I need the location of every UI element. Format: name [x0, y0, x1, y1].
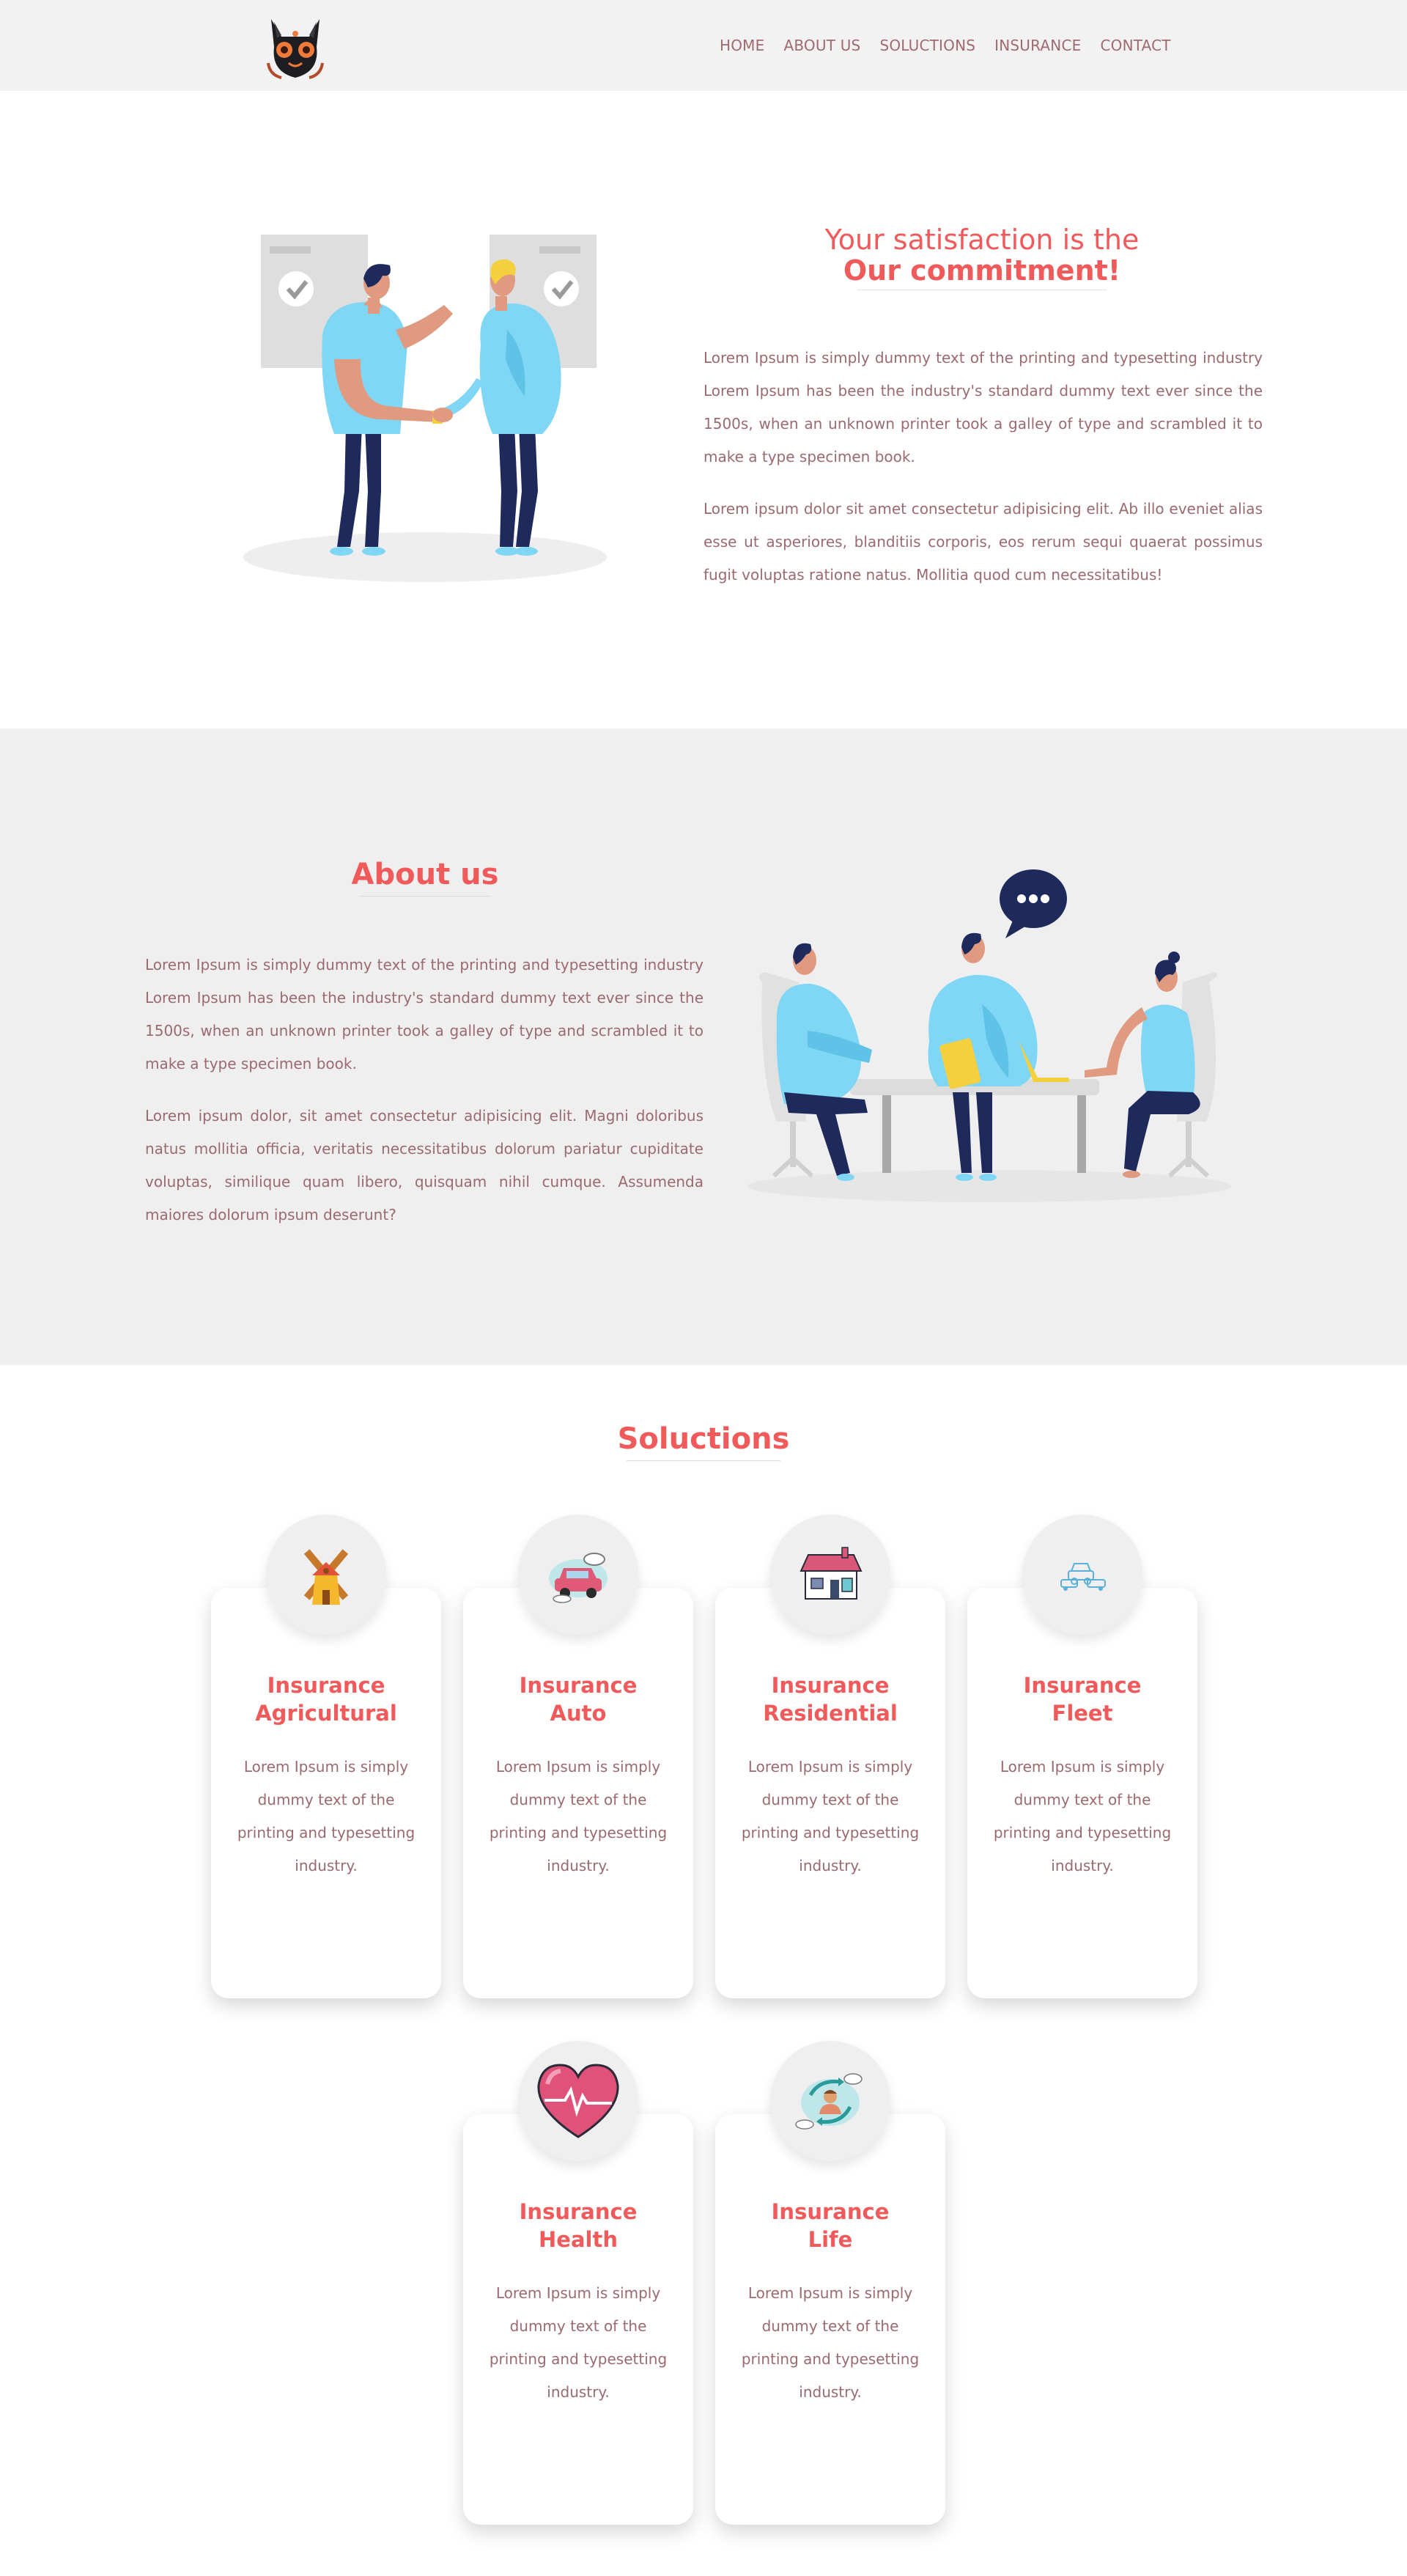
card-icon-circle — [770, 2041, 890, 2161]
fleet-cars-icon — [1060, 1563, 1106, 1591]
card-description: Lorem Ipsum is simply dummy text of the … — [741, 1758, 920, 1874]
card-title: Insurance Fleet — [967, 1671, 1197, 1727]
card-title: Insurance Agricultural — [211, 1671, 441, 1727]
card-icon-circle — [518, 2041, 638, 2161]
solutions-heading-text: Soluctions — [617, 1422, 790, 1456]
heading-underline — [627, 1460, 780, 1461]
about-paragraph-1: Lorem Ipsum is simply dummy text of the … — [145, 956, 704, 1072]
site-header: HOME ABOUT US SOLUCTIONS INSURANCE CONTA… — [0, 0, 1407, 91]
card-title-line2: Fleet — [1052, 1701, 1113, 1726]
black-cat-head-logo[interactable] — [255, 4, 336, 85]
card-description: Lorem Ipsum is simply dummy text of the … — [489, 2284, 668, 2401]
house-icon — [799, 1547, 863, 1600]
nav-contact[interactable]: CONTACT — [1100, 37, 1170, 54]
card-title-line1: Insurance — [519, 2199, 638, 2224]
card-title: Insurance Health — [463, 2198, 693, 2253]
solution-card-health[interactable]: Insurance Health Lorem Ipsum is simply d… — [463, 2041, 693, 2525]
car-icon — [549, 1553, 608, 1603]
main-nav: HOME ABOUT US SOLUCTIONS INSURANCE CONTA… — [720, 37, 1190, 54]
about-heading: About us — [286, 858, 564, 897]
commitment-paragraph-1: Lorem Ipsum is simply dummy text of the … — [704, 349, 1263, 465]
solution-card-life[interactable]: Insurance Life Lorem Ipsum is simply dum… — [715, 2041, 945, 2525]
card-title-line1: Insurance — [519, 1673, 638, 1698]
card-icon-circle — [518, 1515, 638, 1635]
card-title: Insurance Life — [715, 2198, 945, 2253]
commitment-heading: Your satisfaction is the Our commitment! — [762, 224, 1202, 290]
nav-insurance[interactable]: INSURANCE — [994, 37, 1081, 54]
solution-card-residential[interactable]: Insurance Residential Lorem Ipsum is sim… — [715, 1515, 945, 1998]
commitment-heading-line1: Your satisfaction is the — [824, 224, 1140, 256]
card-title-line2: Residential — [763, 1701, 898, 1726]
card-icon-circle — [1022, 1515, 1142, 1635]
card-title-line1: Insurance — [267, 1673, 385, 1698]
solutions-heading: Soluctions — [557, 1422, 850, 1461]
heading-underline — [359, 896, 491, 897]
card-title-line2: Auto — [550, 1701, 607, 1726]
card-title-line1: Insurance — [771, 2199, 890, 2224]
solution-card-auto[interactable]: Insurance Auto Lorem Ipsum is simply dum… — [463, 1515, 693, 1998]
card-title-line2: Agricultural — [255, 1701, 397, 1726]
card-title-line2: Health — [539, 2227, 618, 2252]
card-title-line1: Insurance — [1023, 1673, 1142, 1698]
nav-about-us[interactable]: ABOUT US — [783, 37, 860, 54]
card-icon-circle — [770, 1515, 890, 1635]
card-description: Lorem Ipsum is simply dummy text of the … — [489, 1758, 668, 1874]
about-paragraph-2: Lorem ipsum dolor, sit amet consectetur … — [145, 1107, 704, 1223]
card-description: Lorem Ipsum is simply dummy text of the … — [993, 1758, 1172, 1874]
card-description: Lorem Ipsum is simply dummy text of the … — [237, 1758, 416, 1874]
solution-card-fleet[interactable]: Insurance Fleet Lorem Ipsum is simply du… — [967, 1515, 1197, 1998]
card-title: Insurance Auto — [463, 1671, 693, 1727]
card-description: Lorem Ipsum is simply dummy text of the … — [741, 2284, 920, 2401]
heart-pulse-icon — [537, 2064, 619, 2138]
commitment-heading-line2: Our commitment! — [843, 254, 1121, 287]
windmill-icon — [303, 1549, 349, 1605]
card-icon-circle — [266, 1515, 386, 1635]
person-cycle-icon — [795, 2073, 863, 2130]
card-title-line1: Insurance — [771, 1673, 890, 1698]
solution-card-agricultural[interactable]: Insurance Agricultural Lorem Ipsum is si… — [211, 1515, 441, 1998]
about-heading-text: About us — [351, 858, 499, 891]
commitment-paragraph-2: Lorem ipsum dolor sit amet consectetur a… — [704, 500, 1263, 584]
card-title: Insurance Residential — [715, 1671, 945, 1727]
team-meeting-illustration — [740, 858, 1246, 1217]
card-title-line2: Life — [808, 2227, 853, 2252]
nav-solutions[interactable]: SOLUCTIONS — [879, 37, 975, 54]
handshake-illustration — [234, 161, 616, 586]
nav-home[interactable]: HOME — [720, 37, 764, 54]
